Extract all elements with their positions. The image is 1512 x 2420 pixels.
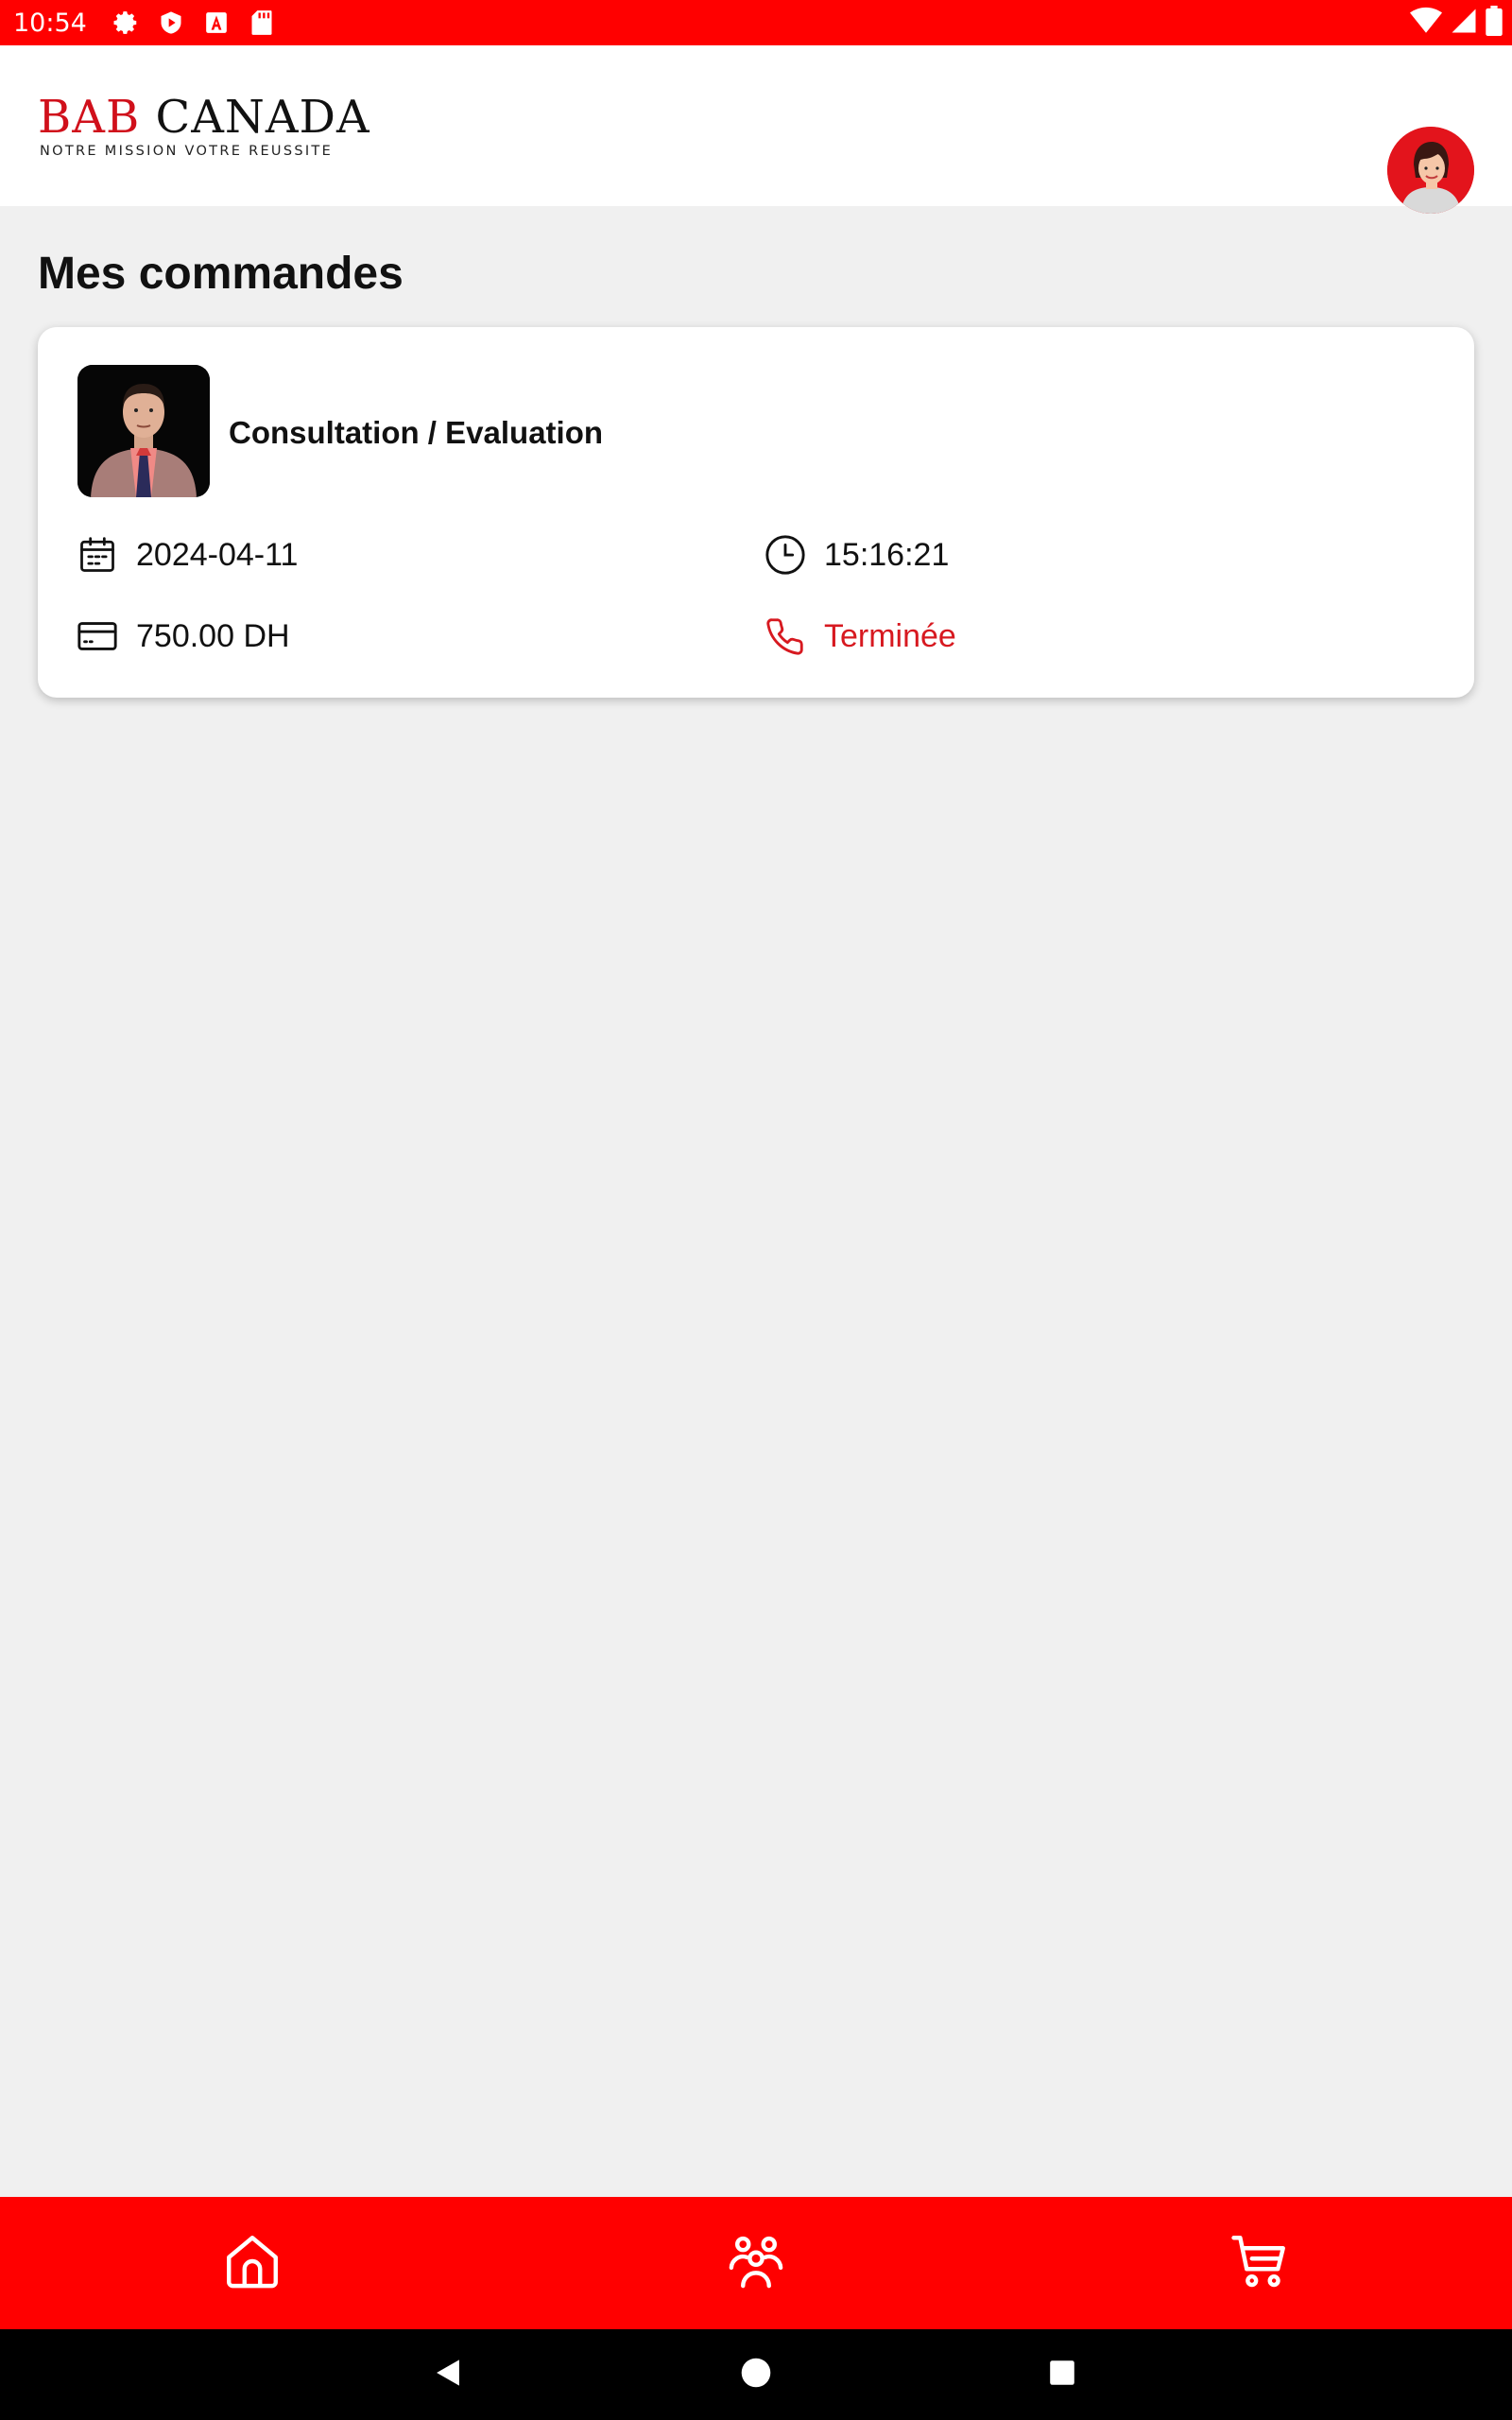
status-time: 10:54: [13, 8, 87, 38]
bottom-nav: [0, 2197, 1512, 2329]
sd-card-icon: [248, 9, 276, 37]
order-price: 750.00 DH: [76, 614, 290, 658]
home-system-button[interactable]: [733, 2352, 779, 2397]
order-date: 2024-04-11: [76, 533, 298, 577]
settings-icon: [112, 9, 140, 37]
status-bar: 10:54: [0, 0, 1512, 45]
consultant-photo: [77, 365, 210, 497]
app-header: BAB CANADA NOTRE MISSION VOTRE REUSSITE: [0, 45, 1512, 214]
back-icon: [432, 2357, 464, 2394]
wifi-icon: [1410, 7, 1442, 40]
battery-icon: [1486, 6, 1503, 41]
recents-icon: [1047, 2358, 1077, 2393]
logo-wordmark: BAB CANADA: [38, 91, 370, 144]
order-title: Consultation / Evaluation: [229, 415, 604, 450]
user-avatar[interactable]: [1387, 127, 1474, 214]
nav-cart-button[interactable]: [1208, 2211, 1312, 2315]
logo-tagline: NOTRE MISSION VOTRE REUSSITE: [40, 144, 334, 159]
signal-icon: [1450, 7, 1478, 40]
clock-icon: [764, 533, 807, 577]
credit-card-icon: [76, 614, 119, 658]
logo-word-canada: CANADA: [155, 91, 370, 144]
calendar-icon: [76, 533, 119, 577]
phone-icon: [764, 614, 807, 658]
a-icon: [202, 9, 231, 37]
order-time-value: 15:16:21: [824, 537, 950, 573]
cart-icon: [1228, 2230, 1291, 2297]
recents-button[interactable]: [1040, 2352, 1085, 2397]
nav-home-button[interactable]: [200, 2211, 304, 2315]
order-price-value: 750.00 DH: [136, 618, 290, 654]
brand-logo[interactable]: BAB CANADA NOTRE MISSION VOTRE REUSSITE: [38, 91, 369, 159]
back-button[interactable]: [425, 2352, 471, 2397]
nav-users-button[interactable]: [704, 2211, 808, 2315]
order-status: Terminée: [764, 614, 956, 658]
order-time: 15:16:21: [764, 533, 949, 577]
home-circle-icon: [740, 2357, 772, 2394]
order-date-value: 2024-04-11: [136, 537, 299, 573]
system-nav-bar: [0, 2329, 1512, 2420]
play-shield-icon: [157, 9, 185, 37]
order-card[interactable]: Consultation / Evaluation 2024-04-11 15:…: [38, 327, 1474, 698]
logo-word-bab: BAB: [38, 91, 156, 144]
page-title: Mes commandes: [38, 249, 404, 299]
users-icon: [725, 2230, 787, 2297]
home-icon: [221, 2230, 284, 2297]
order-status-value: Terminée: [824, 618, 956, 654]
